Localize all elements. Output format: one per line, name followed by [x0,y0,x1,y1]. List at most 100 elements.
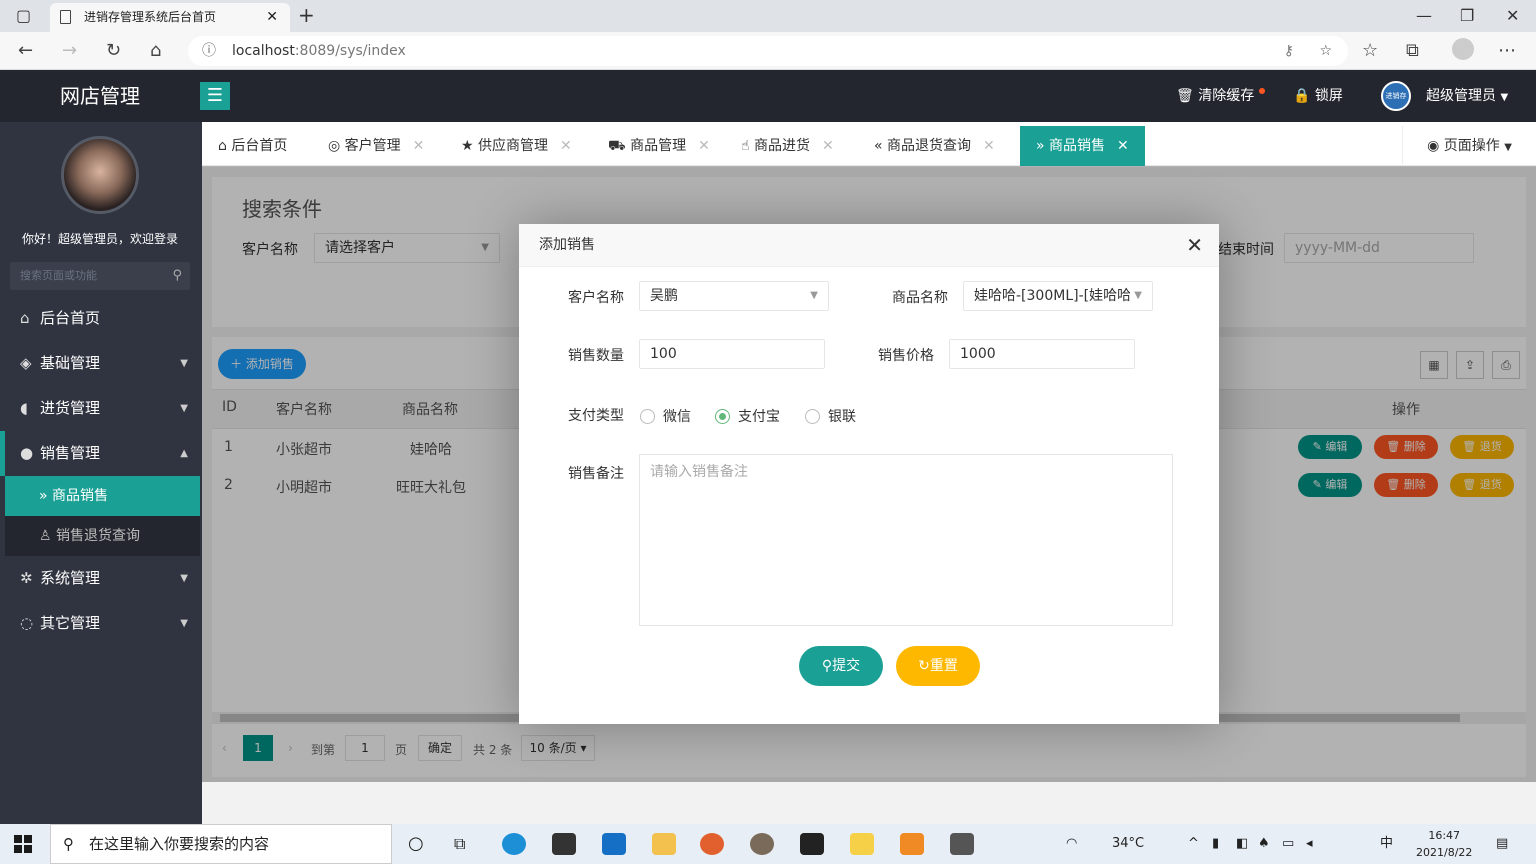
sidebar-item-sales-return[interactable]: ♙ 销售退货查询 [5,516,200,556]
minimize-icon[interactable]: — [1416,6,1432,25]
sidebar-item-label: 基础管理 [40,354,101,372]
pay-wechat-radio[interactable]: 微信 [640,406,691,426]
url-field[interactable]: ⓘ localhost:8089/sys/index ⚷ ☆ [188,36,1348,66]
sidebar-item-sales[interactable]: ● 销售管理 ▲ [0,431,200,476]
tray-expand-icon[interactable]: ^ [1188,824,1199,864]
folder-icon[interactable] [652,833,676,855]
wifi-icon[interactable]: ◠ [1066,824,1077,864]
sidebar-item-purchase[interactable]: ◖ 进货管理 ▼ [0,386,200,431]
search-icon[interactable]: ⚲ [172,262,182,290]
pay-unionpay-radio[interactable]: 银联 [805,406,856,426]
tab-label: 供应商管理 [478,138,549,154]
double-chevron-left-icon: « [874,138,883,154]
close-icon[interactable]: ✕ [1186,224,1203,267]
page-operations-menu[interactable]: ◉ 页面操作 ▼ [1402,126,1536,166]
submit-label: 提交 [832,658,861,674]
browser-tab[interactable]: 进销存管理系统后台首页 ✕ [50,3,290,32]
radio-off-icon [805,409,820,424]
close-icon[interactable]: ✕ [822,138,834,154]
customer-label: 客户名称 [568,290,624,306]
profile-icon[interactable] [1452,38,1474,60]
taskbar-clock[interactable]: 16:47 2021/8/22 [1416,827,1472,861]
tray-icon[interactable]: ◧ [1236,824,1248,864]
favorite-icon[interactable]: ☆ [1319,36,1332,66]
reset-label: 重置 [929,658,958,674]
sidebar-item-basic[interactable]: ◈ 基础管理 ▼ [0,341,200,386]
tab-sales[interactable]: » 商品销售 ✕ [1020,126,1145,166]
key-icon[interactable]: ⚷ [1284,36,1294,66]
tab-product[interactable]: ⛟ 商品管理 ✕ [608,126,710,166]
tab-home[interactable]: ⌂ 后台首页 [218,126,287,166]
pause-icon: ◎ [328,138,341,154]
submit-button[interactable]: ⚲提交 [799,646,883,686]
cube-icon: ◈ [20,354,32,372]
price-input[interactable]: 1000 [949,339,1135,369]
mic-icon[interactable]: ▮ [1212,824,1219,864]
notifications-icon[interactable]: ▤ [1496,824,1508,864]
cortana-icon[interactable]: ○ [408,824,424,864]
sidebar-item-other[interactable]: ◌ 其它管理 ▼ [0,601,200,646]
battery-icon[interactable]: ▭ [1282,824,1294,864]
mail-icon[interactable] [602,833,626,855]
close-icon[interactable]: ✕ [413,138,425,154]
close-icon[interactable]: ✕ [698,138,710,154]
taskbar-search-input[interactable]: ⚲ 在这里输入你要搜索的内容 [50,824,392,864]
sidebar-item-home[interactable]: ⌂ 后台首页 [0,296,200,341]
close-icon[interactable]: ✕ [560,138,572,154]
home-icon[interactable]: ⌂ [150,40,161,61]
reload-icon[interactable]: ↻ [106,40,121,61]
restore-icon[interactable]: ❐ [1460,6,1474,25]
customer-select[interactable]: 吴鹏 ▼ [639,281,829,311]
profile-photo [61,136,139,214]
store-icon[interactable] [552,833,576,855]
pay-type-label: 支付类型 [568,408,624,424]
double-chevron-icon: » [39,488,48,504]
tab-purchase[interactable]: ☝ 商品进货 ✕ [741,126,834,166]
firefox-icon[interactable] [700,833,724,855]
sidebar-item-system[interactable]: ✲ 系统管理 ▼ [0,556,200,601]
reset-button[interactable]: ↻重置 [896,646,980,686]
info-icon[interactable]: ⓘ [202,36,216,66]
edge-icon[interactable] [502,833,526,855]
pay-alipay-radio[interactable]: 支付宝 [715,406,780,426]
product-select[interactable]: 娃哈哈-[300ML]-[娃哈哈 ▼ [963,281,1153,311]
chevron-down-icon: ▼ [180,358,188,369]
tab-supplier[interactable]: ★ 供应商管理 ✕ [461,126,572,166]
sidebar-search-input[interactable]: 搜索页面或功能 ⚲ [10,262,190,290]
media-icon[interactable] [900,833,924,855]
close-icon[interactable]: ✕ [983,138,995,154]
taskbar-search-placeholder: 在这里输入你要搜索的内容 [89,835,270,853]
forward-icon[interactable]: → [62,40,77,61]
more-icon[interactable]: ⋯ [1498,40,1516,61]
tab-customer[interactable]: ◎ 客户管理 ✕ [328,126,424,166]
intellij-icon[interactable] [800,833,824,855]
task-view-icon[interactable]: ⧉ [454,824,465,864]
clear-cache-button[interactable]: 🗑 清除缓存 [1176,70,1265,122]
sidebar-item-product-sales[interactable]: » 商品销售 [5,476,200,516]
ime-icon[interactable]: 中 [1380,824,1393,864]
tab-actions-icon[interactable]: ▢ [16,6,31,25]
user-menu[interactable]: 超级管理员 ▼ [1426,70,1508,124]
user-avatar[interactable]: 进销存 [1381,81,1411,111]
remark-textarea[interactable]: 请输入销售备注 [639,454,1173,626]
collections-icon[interactable]: ⧉ [1406,40,1419,61]
terminal-icon[interactable] [950,833,974,855]
notes-icon[interactable] [850,833,874,855]
window-close-icon[interactable]: ✕ [1506,6,1519,25]
app-icon[interactable] [750,833,774,855]
close-tab-icon[interactable]: ✕ [266,3,278,32]
favorites-icon[interactable]: ☆ [1362,40,1378,61]
sidebar-item-label: 其它管理 [40,614,101,632]
quantity-input[interactable]: 100 [639,339,825,369]
weather-temp[interactable]: 34°C [1112,824,1144,864]
volume-icon[interactable]: ◂ [1306,824,1313,864]
menu-toggle-icon[interactable]: ☰ [200,82,230,110]
lock-screen-button[interactable]: 🔒 锁屏 [1293,70,1343,122]
back-icon[interactable]: ← [18,40,33,61]
qq-icon[interactable]: ♠ [1258,824,1270,864]
tab-purchase-return[interactable]: « 商品退货查询 ✕ [874,126,995,166]
new-tab-icon[interactable]: + [298,3,315,27]
app-header: 网店管理 ☰ 🗑 清除缓存 🔒 锁屏 进销存 超级管理员 ▼ [0,70,1536,122]
close-icon[interactable]: ✕ [1117,138,1129,154]
windows-start-icon[interactable] [14,835,32,853]
